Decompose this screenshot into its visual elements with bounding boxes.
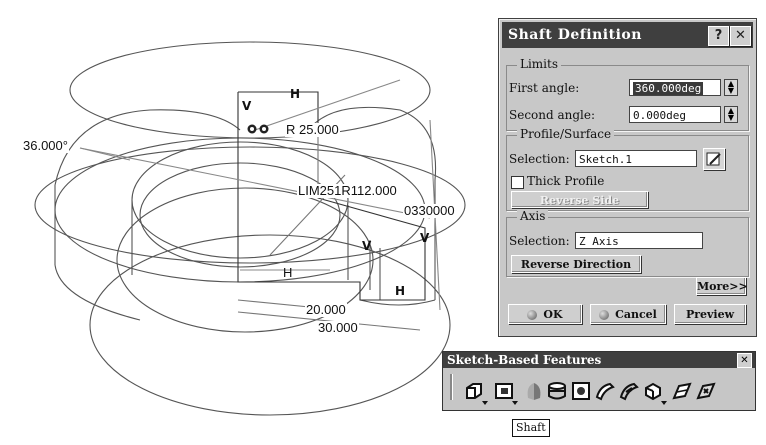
profile-selection-field[interactable]: Sketch.1: [575, 150, 697, 167]
help-button[interactable]: ?: [708, 26, 729, 46]
profile-surface-group: Profile/Surface Selection: Sketch.1 Thic…: [506, 127, 749, 211]
stiffener-dropdown-icon[interactable]: [661, 401, 667, 405]
shaft-tooltip: Shaft: [512, 419, 550, 437]
axis-label: H: [283, 265, 293, 280]
pad-dropdown-icon[interactable]: [482, 401, 488, 405]
axis-group-label: Axis: [517, 209, 549, 223]
toolbar-title: Sketch-Based Features: [447, 353, 602, 367]
limits-group: Limits First angle: 360.000deg ▲ ▼ Second…: [506, 57, 749, 131]
thick-profile-checkbox[interactable]: [511, 176, 524, 189]
limit-dimension[interactable]: LIM251R112.000: [297, 184, 398, 198]
shaft-icon[interactable]: [523, 380, 545, 402]
sketch-based-features-toolbar: Sketch-Based Features ✕: [442, 351, 756, 411]
pocket-dropdown-icon[interactable]: [512, 401, 518, 405]
ok-button[interactable]: OK: [508, 304, 582, 324]
limits-group-label: Limits: [517, 57, 562, 71]
first-angle-spinner[interactable]: ▲ ▼: [724, 79, 738, 96]
hole-icon[interactable]: [570, 380, 592, 402]
profile-group-label: Profile/Surface: [517, 127, 615, 141]
reverse-side-button[interactable]: Reverse Side: [511, 191, 648, 208]
loft-icon[interactable]: [671, 380, 693, 402]
inner-diameter-dimension[interactable]: 20.000: [305, 303, 347, 317]
outer-diameter-dimension[interactable]: 30.000: [317, 321, 359, 335]
preview-button[interactable]: Preview: [674, 304, 746, 324]
profile-selection-label: Selection:: [509, 152, 570, 166]
slot-icon[interactable]: [618, 380, 640, 402]
first-angle-input[interactable]: 360.000deg: [629, 79, 721, 96]
dialog-titlebar[interactable]: Shaft Definition ? ✕: [502, 22, 753, 48]
first-angle-label: First angle:: [509, 81, 580, 95]
groove-icon[interactable]: [546, 380, 568, 402]
toolbar-titlebar[interactable]: Sketch-Based Features ✕: [443, 352, 755, 368]
remove-loft-icon[interactable]: [695, 380, 717, 402]
vertical-constraint[interactable]: V: [242, 100, 251, 112]
second-angle-spinner[interactable]: ▲ ▼: [724, 106, 738, 123]
ok-label: OK: [543, 308, 563, 321]
close-button[interactable]: ✕: [730, 26, 751, 46]
vertical-constraint[interactable]: V: [420, 232, 429, 244]
cancel-label: Cancel: [615, 308, 657, 321]
cancel-button[interactable]: Cancel: [590, 304, 666, 324]
axis-group: Axis Selection: Z Axis Reverse Direction: [506, 209, 749, 277]
horizontal-constraint[interactable]: H: [290, 88, 300, 100]
rib-icon[interactable]: [594, 380, 616, 402]
second-angle-input[interactable]: 0.000deg: [629, 106, 721, 123]
radius-dimension[interactable]: R 25.000: [285, 123, 340, 137]
sketch-edit-icon[interactable]: [703, 148, 725, 170]
shaft-definition-dialog: Shaft Definition ? ✕ Limits First angle:…: [498, 18, 757, 337]
second-angle-label: Second angle:: [509, 108, 596, 122]
cancel-indicator-icon: [599, 310, 610, 320]
pocket-icon[interactable]: [493, 380, 515, 402]
dialog-title: Shaft Definition: [508, 27, 642, 43]
more-button[interactable]: More>>: [696, 277, 748, 295]
horizontal-constraint[interactable]: H: [395, 285, 405, 297]
pad-icon[interactable]: [463, 380, 485, 402]
axis-selection-field[interactable]: Z Axis: [575, 232, 703, 249]
axis-selection-label: Selection:: [509, 234, 570, 248]
angle-dimension[interactable]: 36.000°: [22, 139, 69, 153]
stiffener-icon[interactable]: [642, 380, 664, 402]
reverse-direction-button[interactable]: Reverse Direction: [511, 255, 641, 273]
ok-indicator-icon: [527, 310, 538, 320]
vertical-constraint[interactable]: V: [362, 240, 371, 252]
thick-profile-label: Thick Profile: [527, 174, 605, 188]
toolbar-grip[interactable]: [450, 374, 453, 400]
toolbar-close-button[interactable]: ✕: [737, 353, 752, 368]
numeric-dimension[interactable]: 0330000: [403, 204, 456, 218]
